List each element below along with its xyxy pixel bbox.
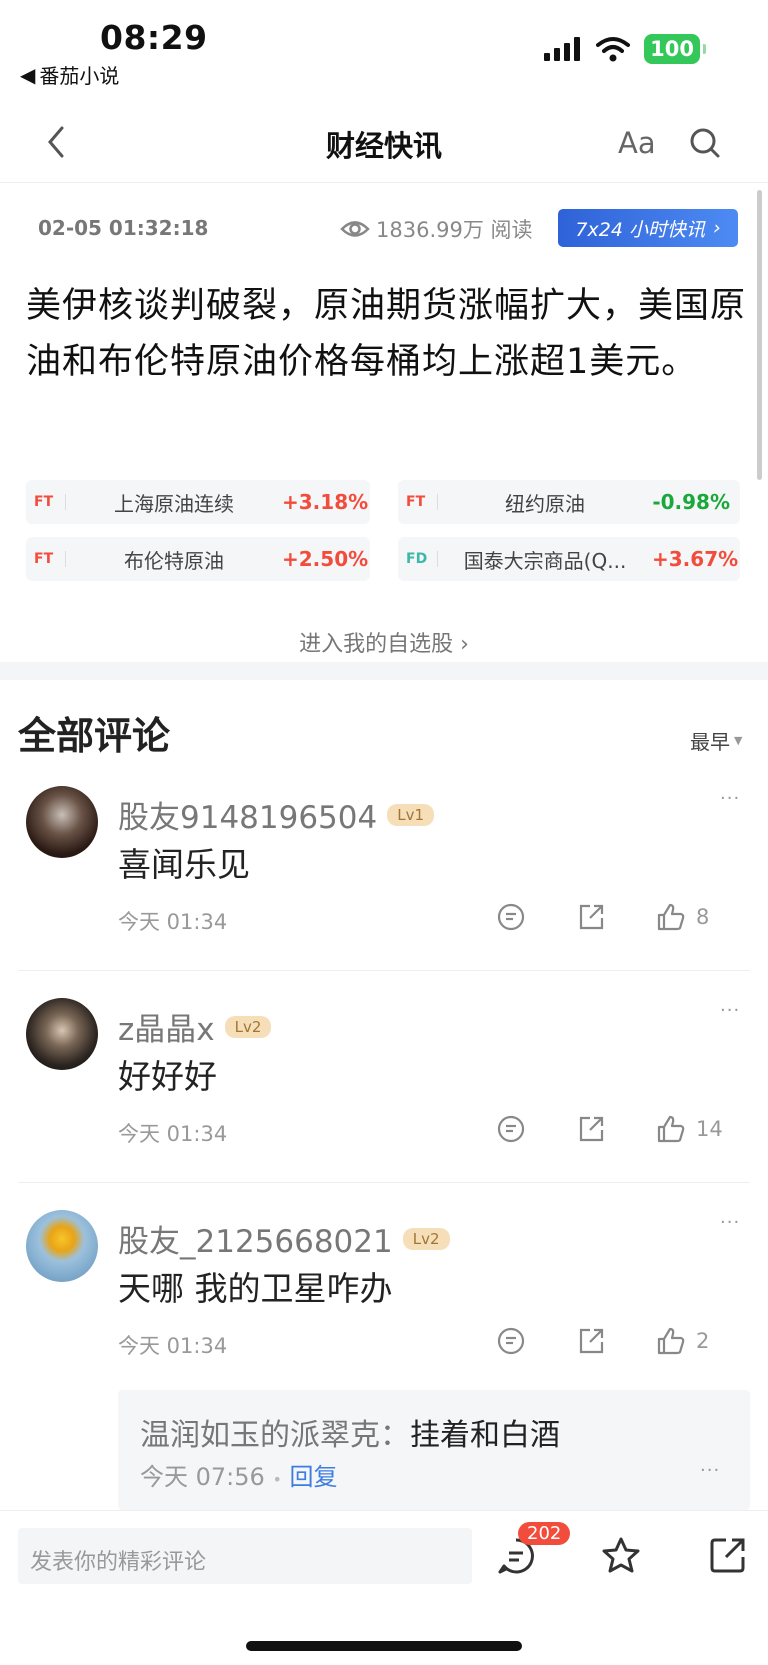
comment-input[interactable]: 发表你的精彩评论 [18,1528,472,1584]
comment-count-badge: 202 [518,1522,571,1545]
stock-card[interactable]: FT 布伦特原油 +2.50% [26,537,370,581]
comment-time: 今天 01:34 [118,1122,228,1146]
comment-actions: 14 [496,1114,723,1144]
reply-username[interactable]: 温润如玉的派翠克： [140,1418,410,1453]
comment-item: z晶晶x Lv2 ··· 好好好 今天 01:34 14 [0,998,768,1178]
comment-actions: 8 [496,902,722,932]
comment-actions: 2 [496,1326,722,1356]
reply-bubble-icon[interactable] [496,1114,526,1144]
thumbs-up-icon[interactable] [656,1114,686,1144]
level-badge: Lv2 [402,1227,450,1250]
comment-item: 股友_2125668021 Lv2 ··· 天哪 我的卫星咋办 今天 01:34… [0,1210,768,1390]
section-gap [0,662,768,680]
more-icon[interactable]: ··· [720,1000,740,1021]
view-count: 1836.99万 阅读 [340,214,533,244]
stock-card[interactable]: FD 国泰大宗商品(Q... +3.67% [398,537,740,581]
chevron-right-icon: › [460,632,469,657]
reply-time: 今天 07:56 [140,1463,265,1491]
avatar[interactable] [26,1210,98,1282]
stock-name: 布伦特原油 [124,548,224,573]
sort-dropdown[interactable]: 最早 ▼ [690,726,742,755]
search-icon[interactable] [688,126,722,160]
dot-separator: • [272,1470,282,1489]
comment-item: 股友9148196504 Lv1 ··· 喜闻乐见 今天 01:34 8 [0,786,768,966]
avatar[interactable] [26,998,98,1070]
more-icon[interactable]: ··· [700,1460,720,1481]
nav-divider [0,182,768,183]
sort-label: 最早 [690,730,730,754]
more-icon[interactable]: ··· [720,1212,740,1233]
star-icon[interactable] [600,1535,642,1577]
back-to-app-link[interactable]: ◀ 番茄小说 [20,60,119,89]
stock-name: 上海原油连续 [114,491,234,516]
futures-tag: FT [26,551,66,567]
7x24-news-badge[interactable]: 7x24 小时快讯 › [558,209,738,247]
share-icon[interactable] [576,1114,606,1144]
comment-text: 好好好 [118,1057,217,1096]
level-badge: Lv2 [224,1015,272,1038]
reply-content: 温润如玉的派翠克：挂着和白酒 [140,1410,560,1454]
comment-divider [18,1182,750,1183]
reply-text: 挂着和白酒 [410,1418,560,1453]
stock-change: +3.18% [282,490,369,514]
share-icon[interactable] [576,902,606,932]
eye-icon [340,221,370,237]
news-headline: 美伊核谈判破裂，原油期货涨幅扩大，美国原油和布伦特原油价格每桶均上涨超1美元。 [26,286,747,382]
stock-name: 国泰大宗商品(Q... [463,548,627,573]
comment-time: 今天 01:34 [118,910,228,934]
avatar[interactable] [26,786,98,858]
reply-bubble-icon[interactable] [496,1326,526,1356]
thumbs-up-icon[interactable] [656,902,686,932]
wifi-icon [596,37,631,62]
like-count: 8 [696,905,710,929]
username: 股友_2125668021 [118,1224,393,1260]
more-icon[interactable]: ··· [720,788,740,809]
stock-card[interactable]: FT 上海原油连续 +3.18% [26,480,370,524]
stock-card[interactable]: FT 纽约原油 -0.98% [398,480,740,524]
share-icon[interactable] [576,1326,606,1356]
scrollbar[interactable] [757,190,762,480]
comment-text: 喜闻乐见 [118,845,250,884]
futures-tag: FT [26,494,66,510]
thumbs-up-icon[interactable] [656,1326,686,1356]
comment-text: 天哪 我的卫星咋办 [118,1269,393,1308]
comments-title: 全部评论 [18,714,171,758]
watchlist-label: 进入我的自选股 [299,632,454,657]
comment-user[interactable]: 股友9148196504 Lv1 [118,792,435,837]
like-count: 14 [696,1117,723,1141]
reply-meta: 今天 07:56 • 回复 [140,1457,338,1492]
stock-change: +2.50% [282,547,369,571]
chevron-right-icon: › [712,217,721,239]
watchlist-link[interactable]: 进入我的自选股 › [0,626,768,658]
stock-name: 纽约原油 [505,491,585,516]
share-icon[interactable] [708,1535,748,1575]
status-time: 08:29 [100,18,208,57]
comment-user[interactable]: 股友_2125668021 Lv2 [118,1216,450,1261]
stock-change: +3.67% [652,547,739,571]
username: z晶晶x [118,1012,215,1048]
like-count: 2 [696,1329,710,1353]
status-icons: 100 [544,34,706,64]
fund-tag: FD [398,551,438,567]
font-size-button[interactable]: Aa [618,126,656,160]
reply-bubble-icon[interactable] [496,902,526,932]
comment-time: 今天 01:34 [118,1334,228,1358]
battery-indicator: 100 [644,34,706,64]
username: 股友9148196504 [118,800,378,836]
caret-down-icon: ▼ [734,734,743,747]
view-count-label: 1836.99万 阅读 [376,218,533,242]
triangle-left-icon: ◀ [20,62,36,87]
stock-change: -0.98% [652,490,730,514]
signal-icon [544,37,581,61]
news-timestamp: 02-05 01:32:18 [38,216,209,240]
comment-user[interactable]: z晶晶x Lv2 [118,1004,272,1049]
level-badge: Lv1 [387,803,435,826]
comment-divider [18,970,750,971]
back-app-label: 番茄小说 [39,64,120,88]
home-indicator[interactable] [246,1641,522,1651]
futures-tag: FT [398,494,438,510]
badge-label: 7x24 小时快讯 [575,218,705,241]
reply-link[interactable]: 回复 [290,1463,338,1491]
